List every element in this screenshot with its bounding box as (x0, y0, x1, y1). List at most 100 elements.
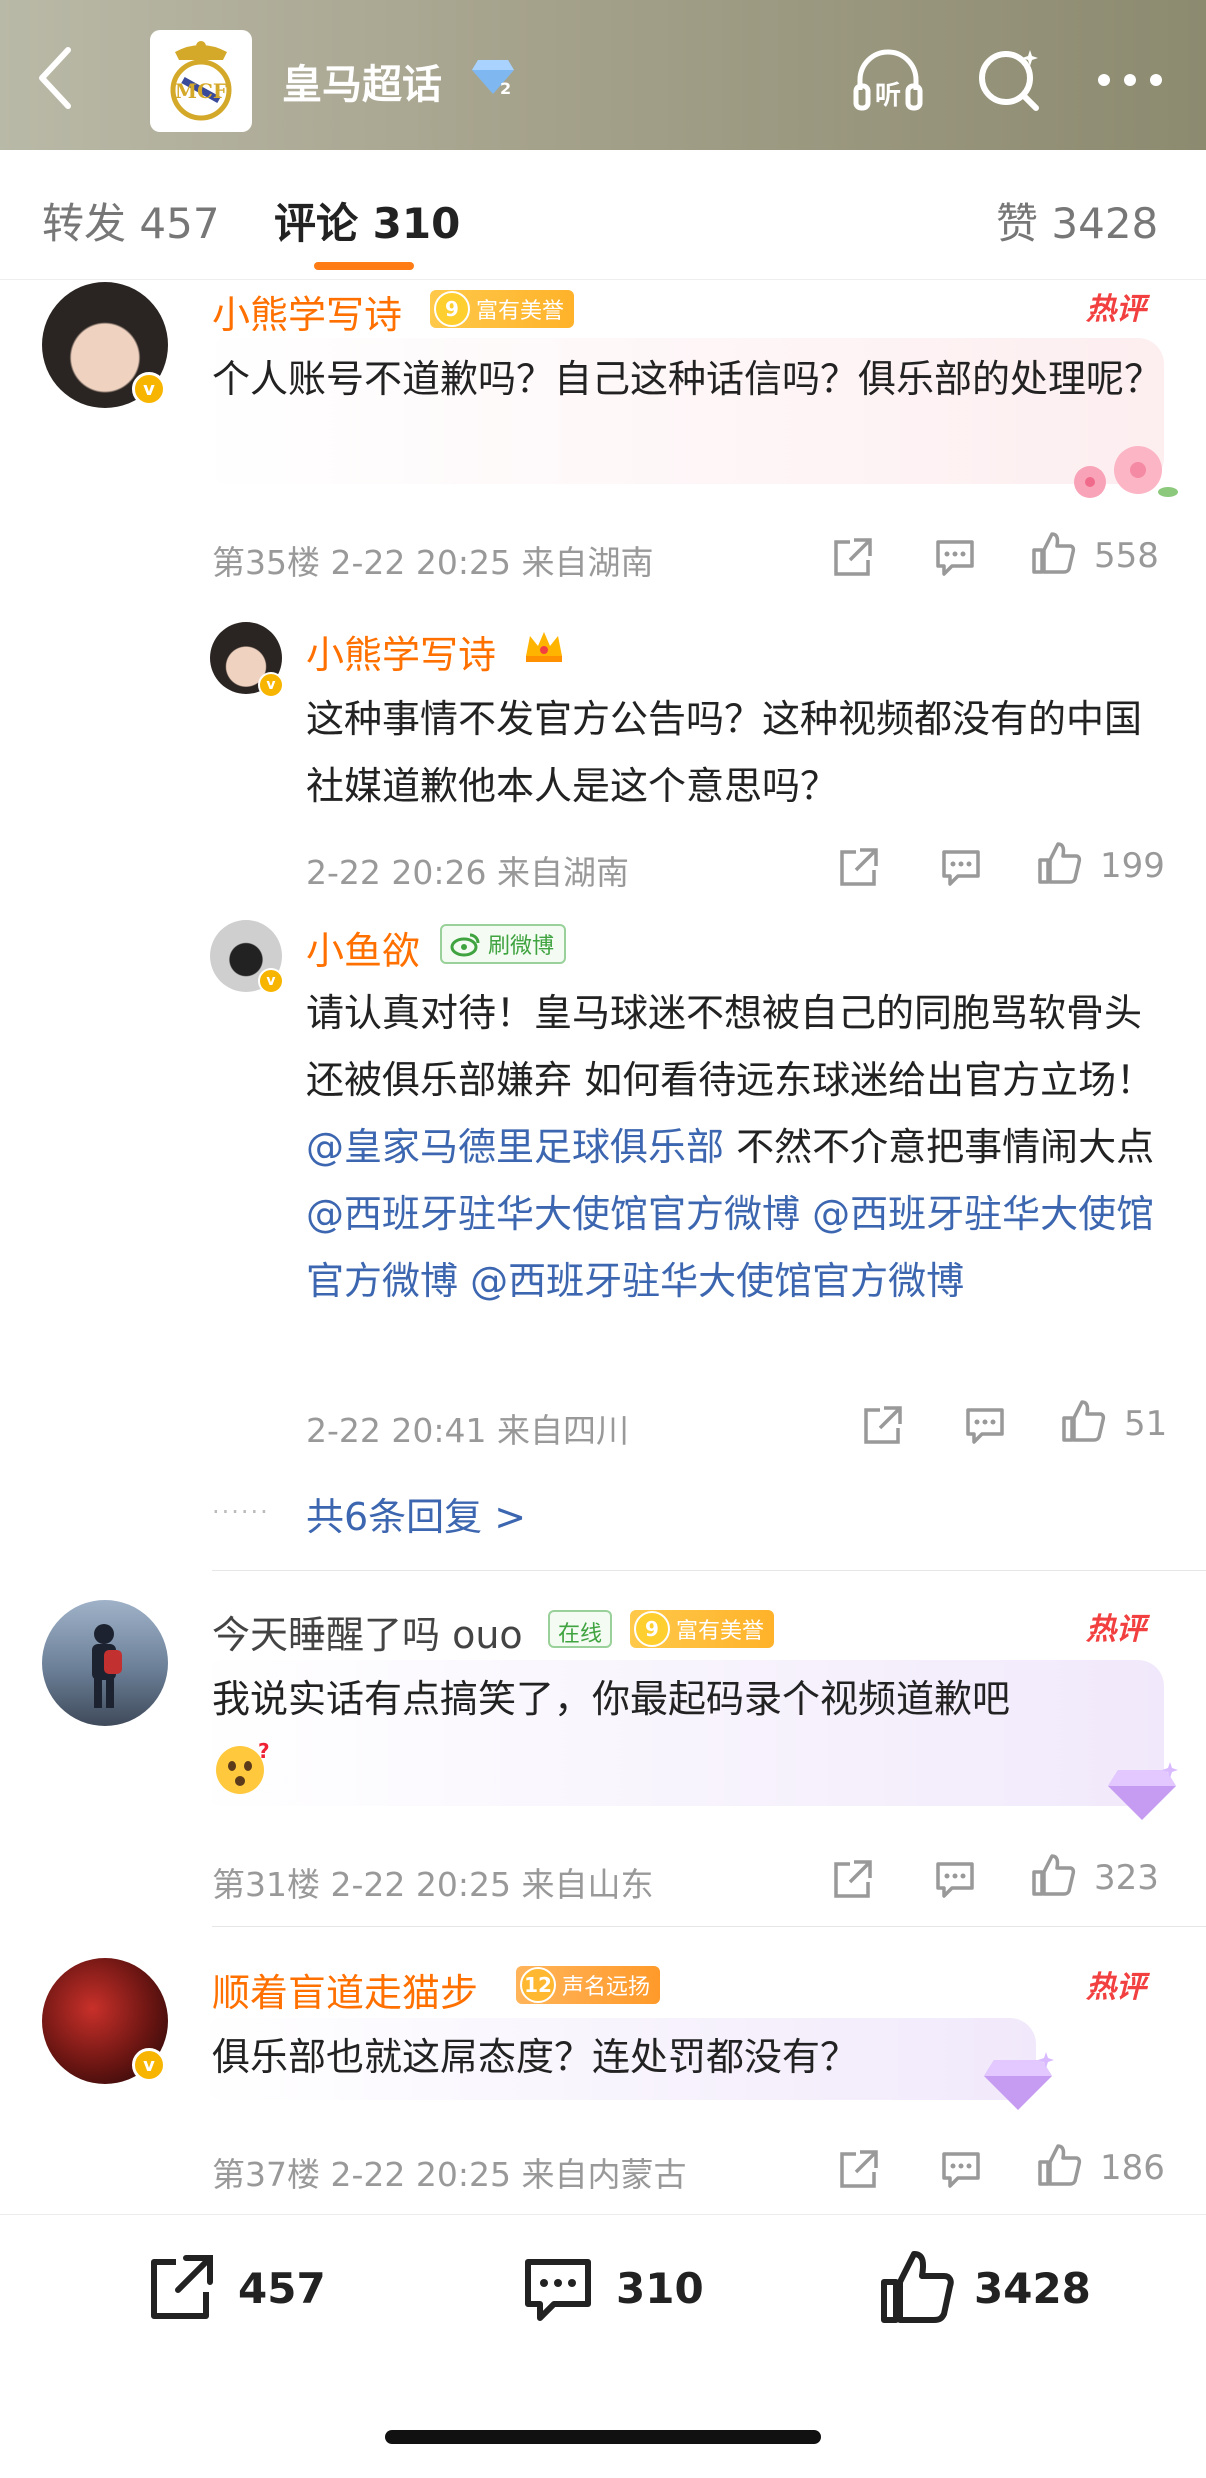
club-crest-logo[interactable]: MCF (150, 30, 252, 132)
comment-time: 2-22 20:25 (330, 1865, 512, 1904)
like-icon[interactable] (1030, 1852, 1076, 1898)
like-icon[interactable] (1060, 1398, 1106, 1444)
share-icon (151, 2255, 213, 2319)
comment-username[interactable]: 小熊学写诗 (212, 284, 402, 339)
floor-number: 第31楼 (212, 1865, 320, 1904)
tab-repost[interactable]: 转发 457 (42, 190, 220, 251)
fan-medal-badge[interactable]: 12 声名远扬 (516, 1966, 661, 2004)
medal-text: 声名远扬 (562, 1975, 651, 2000)
comment-icon[interactable] (962, 1402, 1008, 1448)
like-count: 323 (1094, 1858, 1159, 1898)
share-icon[interactable] (836, 2146, 882, 2192)
reply-time: 2-22 20:41 (306, 1411, 487, 1450)
medal-level: 12 (520, 1967, 556, 2003)
bottom-comment-count: 310 (616, 2263, 704, 2313)
more-dots-icon[interactable] (1090, 40, 1170, 120)
reply-meta: 2-22 20:41 来自四川 (306, 1404, 629, 1452)
comment-icon[interactable] (938, 2146, 984, 2192)
fan-medal-badge[interactable]: 9 富有美誉 (630, 1610, 775, 1648)
avatar[interactable] (42, 1600, 168, 1726)
bottom-repost-button[interactable]: 457 (140, 2228, 326, 2348)
verified-icon: v (258, 968, 284, 994)
comment-divider (212, 1570, 1206, 1571)
tab-comments-label: 评论 (274, 199, 359, 248)
fan-medal-badge[interactable]: 9 富有美誉 (430, 290, 575, 328)
reply-username[interactable]: 小鱼欲 (306, 920, 420, 975)
tab-likes[interactable]: 赞 3428 (996, 190, 1158, 251)
comment-text: 个人账号不道歉吗？自己这种话信吗？俱乐部的处理呢？ (212, 357, 1163, 401)
like-count: 558 (1094, 536, 1159, 576)
headphones-listen-icon[interactable]: 听 (848, 40, 928, 120)
surprised-emoji-icon: ? (216, 1740, 270, 1794)
tab-repost-count: 457 (139, 199, 220, 248)
tab-comments-count: 310 (372, 199, 461, 248)
crest-icon: MCF (170, 41, 232, 121)
comment-divider (212, 1926, 1206, 1927)
home-indicator[interactable] (385, 2430, 821, 2444)
comment-meta: 第35楼 2-22 20:25 来自湖南 (212, 536, 654, 584)
like-icon[interactable] (1030, 530, 1076, 576)
bottom-comment-button[interactable]: 310 (518, 2228, 704, 2348)
share-icon[interactable] (836, 844, 882, 890)
hot-comment-badge: 热评 (1086, 1612, 1146, 1647)
back-chevron-icon[interactable] (26, 38, 86, 118)
medal-text: 富有美誉 (676, 1619, 765, 1644)
comment-meta: 第37楼 2-22 20:25 来自内蒙古 (212, 2148, 687, 2196)
mention-link[interactable]: @西班牙驻华大使馆官方微博 (306, 1192, 800, 1236)
svg-text:?: ? (258, 1740, 270, 1763)
svg-text:MCF: MCF (175, 79, 227, 103)
comment-location: 来自湖南 (521, 543, 654, 582)
purple-gem-icon (1108, 1762, 1178, 1820)
tab-likes-label: 赞 (996, 199, 1039, 248)
medal-level: 9 (434, 291, 470, 327)
diamond-badge-icon: 2 (472, 60, 514, 98)
comment-icon[interactable] (932, 534, 978, 580)
verified-icon: v (132, 2048, 166, 2082)
bottom-like-count: 3428 (974, 2263, 1091, 2313)
like-icon (881, 2251, 954, 2323)
online-status-badge: 在线 (548, 1610, 613, 1648)
weibo-client-label: 刷微博 (488, 934, 555, 959)
comment-time: 2-22 20:25 (330, 2155, 512, 2194)
like-count: 199 (1100, 846, 1165, 886)
replies-dots: ······ (212, 1498, 270, 1526)
search-icon[interactable] (970, 40, 1050, 120)
comment-meta: 第31楼 2-22 20:25 来自山东 (212, 1858, 654, 1906)
weibo-client-badge: 刷微博 (440, 924, 567, 964)
medal-level: 9 (634, 1611, 670, 1647)
bottom-repost-count: 457 (238, 2263, 326, 2313)
reply-location: 来自湖南 (497, 853, 629, 892)
comment-username[interactable]: 今天睡醒了吗 ouo (212, 1604, 523, 1659)
share-icon[interactable] (860, 1402, 906, 1448)
mention-link[interactable]: @皇家马德里足球俱乐部 (306, 1125, 724, 1169)
share-icon[interactable] (830, 534, 876, 580)
reply-username[interactable]: 小熊学写诗 (306, 624, 496, 679)
reply-text-part: 不然不介意把事情闹大点 (736, 1125, 1155, 1169)
reply-location: 来自四川 (497, 1411, 629, 1450)
avatar-figure (92, 1624, 122, 1708)
tab-comments[interactable]: 评论 310 (274, 190, 460, 251)
bottom-like-button[interactable]: 3428 (876, 2228, 1091, 2348)
verified-icon: v (132, 372, 166, 406)
floor-number: 第35楼 (212, 543, 320, 582)
active-tab-indicator (314, 262, 414, 270)
like-icon[interactable] (1036, 840, 1082, 886)
comment-location: 来自内蒙古 (521, 2155, 687, 2194)
mention-link[interactable]: @西班牙驻华大使馆官方微博 (470, 1259, 964, 1303)
view-more-replies-link[interactable]: 共6条回复 > (306, 1486, 526, 1541)
like-count: 186 (1100, 2148, 1165, 2188)
listen-label: 听 (875, 81, 901, 111)
page-title: 皇马超话 (282, 62, 442, 108)
comment-icon[interactable] (932, 1856, 978, 1902)
comment-text: 俱乐部也就这屌态度？连处罚都没有？ (212, 2035, 859, 2079)
comment-username[interactable]: 顺着盲道走猫步 (212, 1962, 478, 2017)
like-icon[interactable] (1036, 2142, 1082, 2188)
comment-location: 来自山东 (521, 1865, 654, 1904)
weibo-logo-icon (450, 933, 480, 957)
floor-number: 第37楼 (212, 2155, 320, 2194)
svg-text:2: 2 (500, 79, 511, 98)
hot-comment-badge: 热评 (1086, 292, 1146, 327)
reply-text: 这种事情不发官方公告吗？这种视频都没有的中国社媒道歉他本人是这个意思吗？ (306, 697, 1143, 808)
comment-icon[interactable] (938, 844, 984, 890)
share-icon[interactable] (830, 1856, 876, 1902)
